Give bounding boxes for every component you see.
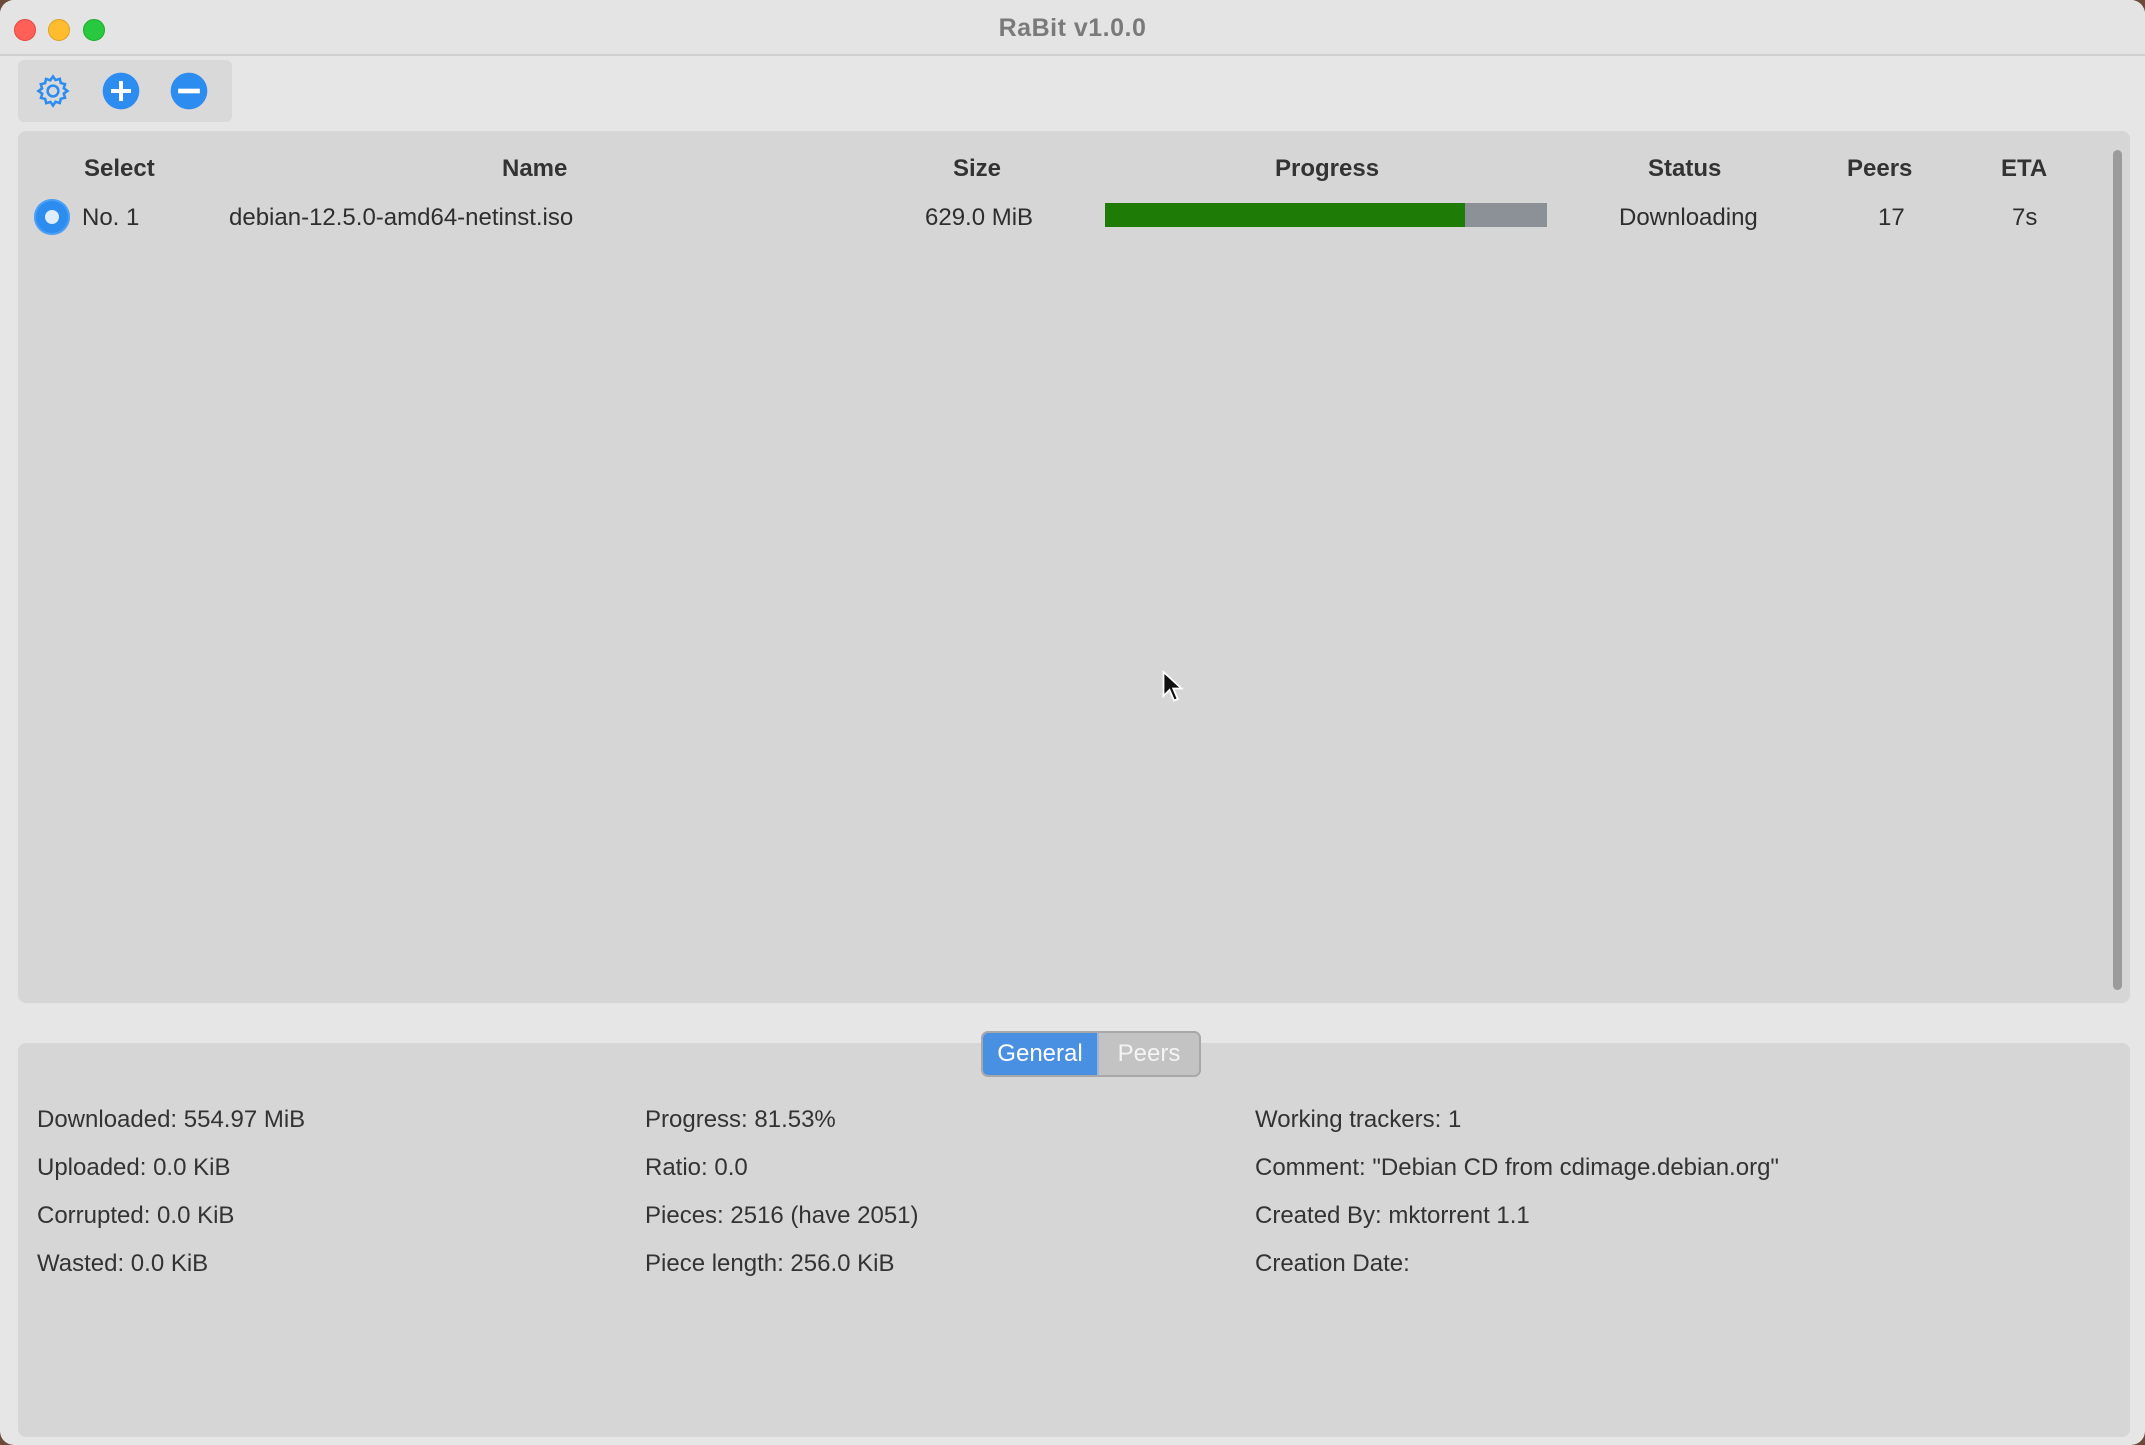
detail-piece-length: Piece length: 256.0 KiB	[645, 1250, 895, 1277]
remove-torrent-button[interactable]	[166, 68, 212, 114]
column-header-status[interactable]: Status	[1648, 155, 1721, 183]
detail-corrupted: Corrupted: 0.0 KiB	[37, 1202, 235, 1229]
torrent-status: Downloading	[1619, 204, 1758, 231]
details-panel: Downloaded: 554.97 MiB Uploaded: 0.0 KiB…	[18, 1043, 2130, 1437]
progress-bar-fill	[1105, 203, 1466, 227]
title-bar: RaBit v1.0.0	[0, 0, 2145, 56]
detail-progress: Progress: 81.53%	[645, 1106, 836, 1133]
torrent-table: Select Name Size Progress Status Peers E…	[18, 131, 2130, 1003]
column-header-progress[interactable]: Progress	[1275, 155, 1379, 183]
torrent-size: 629.0 MiB	[925, 204, 1034, 231]
detail-created-by: Created By: mktorrent 1.1	[1255, 1202, 1530, 1229]
window-title: RaBit v1.0.0	[998, 14, 1147, 42]
scrollbar-thumb[interactable]	[2113, 150, 2122, 990]
detail-working-trackers: Working trackers: 1	[1255, 1106, 1462, 1133]
torrent-progress-bar	[1105, 203, 1547, 227]
detail-uploaded: Uploaded: 0.0 KiB	[37, 1154, 231, 1181]
tab-general[interactable]: General	[983, 1033, 1099, 1075]
detail-tabs: General Peers	[981, 1031, 1201, 1077]
torrent-name: debian-12.5.0-amd64-netinst.iso	[229, 204, 574, 231]
minus-circle-icon	[170, 72, 208, 110]
torrent-eta: 7s	[2012, 204, 2038, 231]
app-window: RaBit v1.0.0 Select Name Size Progress S…	[0, 0, 2145, 1445]
plus-circle-icon	[102, 72, 140, 110]
detail-ratio: Ratio: 0.0	[645, 1154, 748, 1181]
torrent-peers: 17	[1878, 204, 1905, 231]
settings-button[interactable]	[30, 68, 76, 114]
tab-peers[interactable]: Peers	[1099, 1033, 1199, 1075]
detail-downloaded: Downloaded: 554.97 MiB	[37, 1106, 306, 1133]
column-header-size[interactable]: Size	[953, 155, 1001, 183]
mouse-pointer-icon	[1162, 670, 1184, 702]
radio-dot	[45, 210, 59, 224]
column-header-peers[interactable]: Peers	[1847, 155, 1912, 183]
toolbar	[18, 60, 232, 122]
column-header-name[interactable]: Name	[502, 155, 567, 183]
column-header-select[interactable]: Select	[84, 155, 155, 183]
column-header-eta[interactable]: ETA	[2001, 155, 2047, 183]
gear-icon	[36, 74, 70, 108]
detail-pieces: Pieces: 2516 (have 2051)	[645, 1202, 919, 1229]
vertical-scrollbar[interactable]	[2107, 146, 2129, 994]
add-torrent-button[interactable]	[98, 68, 144, 114]
row-select-radio[interactable]	[34, 199, 70, 235]
detail-creation-date: Creation Date:	[1255, 1250, 1410, 1277]
row-number: No. 1	[82, 204, 140, 231]
detail-wasted: Wasted: 0.0 KiB	[37, 1250, 209, 1277]
detail-comment: Comment: "Debian CD from cdimage.debian.…	[1255, 1154, 1779, 1181]
